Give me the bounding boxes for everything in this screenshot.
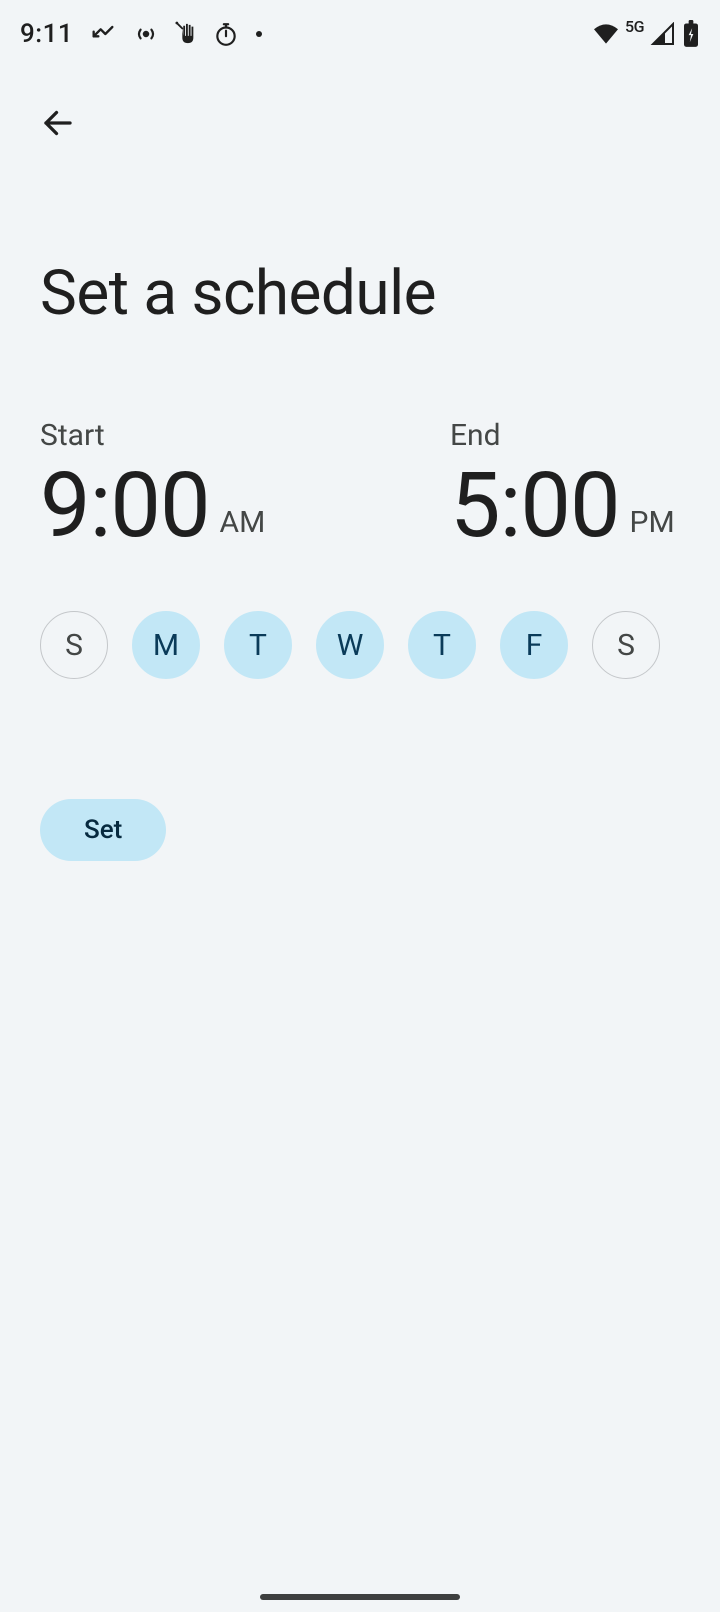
navigation-handle[interactable]: [260, 1594, 460, 1600]
page-title: Set a schedule: [40, 260, 680, 328]
missed-call-icon: [89, 20, 117, 48]
dot-icon: [255, 30, 263, 38]
start-time-text: 9:00: [40, 461, 210, 551]
day-letter: W: [337, 628, 364, 663]
day-letter: T: [249, 628, 267, 663]
network-type-label: 5G: [625, 17, 644, 36]
day-toggle-saturday[interactable]: S: [592, 611, 660, 679]
day-letter: S: [65, 628, 83, 663]
day-toggle-friday[interactable]: F: [500, 611, 568, 679]
status-bar-left: 9:11: [20, 19, 263, 49]
set-button[interactable]: Set: [40, 799, 166, 861]
battery-charging-icon: [682, 20, 700, 48]
wifi-icon: [591, 22, 621, 46]
start-time-value: 9:00 AM: [40, 461, 450, 551]
day-letter: F: [526, 628, 543, 663]
end-time-value: 5:00 PM: [450, 461, 680, 551]
days-row: SMTWTFS: [40, 611, 680, 679]
app-bar: [0, 90, 720, 160]
start-time-picker[interactable]: Start 9:00 AM: [40, 418, 450, 551]
day-toggle-monday[interactable]: M: [132, 611, 200, 679]
day-toggle-thursday[interactable]: T: [408, 611, 476, 679]
stopwatch-icon: [213, 21, 239, 47]
end-time-period: PM: [630, 505, 675, 540]
start-label: Start: [40, 418, 450, 453]
status-time: 9:11: [20, 19, 73, 49]
arrow-left-icon: [40, 105, 76, 145]
end-label: End: [450, 418, 680, 453]
time-row: Start 9:00 AM End 5:00 PM: [40, 418, 680, 551]
cellular-signal-icon: [650, 22, 676, 46]
end-time-text: 5:00: [450, 461, 620, 551]
start-time-period: AM: [220, 505, 266, 540]
content-area: Set a schedule Start 9:00 AM End 5:00 PM…: [40, 260, 680, 861]
hotspot-icon: [133, 21, 159, 47]
day-letter: M: [153, 628, 179, 663]
day-letter: T: [433, 628, 451, 663]
end-time-picker[interactable]: End 5:00 PM: [450, 418, 680, 551]
day-letter: S: [617, 628, 635, 663]
day-toggle-sunday[interactable]: S: [40, 611, 108, 679]
day-toggle-wednesday[interactable]: W: [316, 611, 384, 679]
back-button[interactable]: [34, 101, 82, 149]
status-bar-right: 5G: [591, 20, 700, 48]
status-bar: 9:11: [0, 0, 720, 68]
day-toggle-tuesday[interactable]: T: [224, 611, 292, 679]
hand-raise-icon: [175, 21, 197, 47]
